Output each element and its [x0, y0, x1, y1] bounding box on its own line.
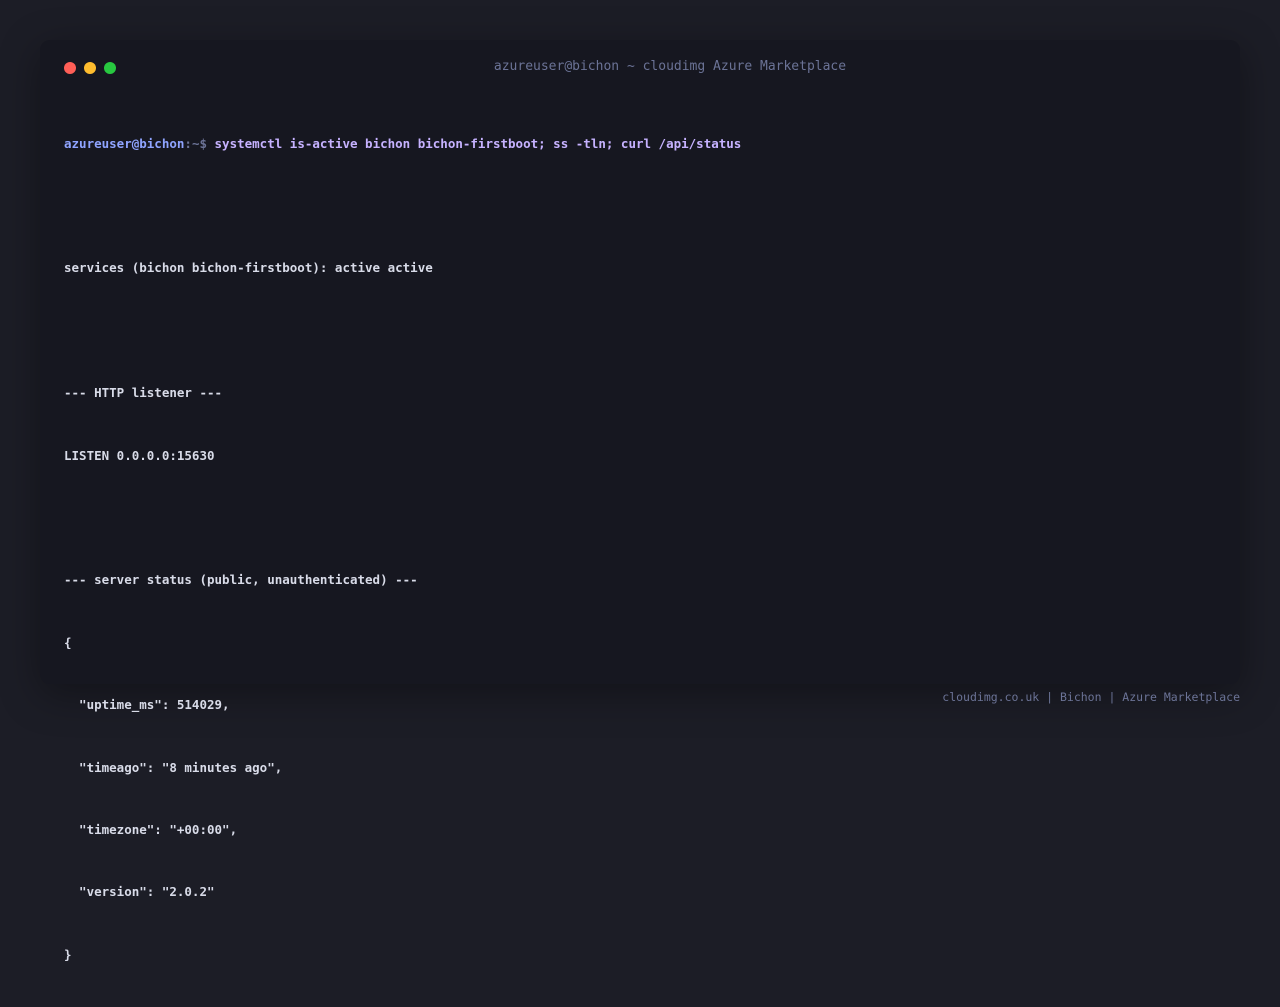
prompt-path: :~$: [184, 135, 215, 151]
http-listener-header: --- HTTP listener ---: [64, 385, 223, 401]
server-status-header: --- server status (public, unauthenticat…: [64, 572, 418, 588]
json-open-brace: {: [64, 634, 72, 650]
json-line: "timeago": "8 minutes ago",: [64, 759, 283, 775]
prompt-user-host: azureuser@bichon: [64, 135, 185, 151]
json-line: "timezone": "+00:00",: [64, 821, 238, 837]
listen-line: LISTEN 0.0.0.0:15630: [64, 447, 215, 463]
json-line: "uptime_ms": 514029,: [64, 697, 230, 713]
json-close-brace: }: [64, 946, 72, 962]
terminal-output[interactable]: azureuser@bichon:~$ systemctl is-active …: [64, 92, 741, 1007]
command-line: azureuser@bichon:~$ systemctl is-active …: [64, 134, 741, 155]
title-bar: azureuser@bichon ~ cloudimg Azure Market…: [40, 40, 1240, 96]
terminal-window: azureuser@bichon ~ cloudimg Azure Market…: [40, 40, 1240, 962]
window-title: azureuser@bichon ~ cloudimg Azure Market…: [493, 59, 847, 74]
services-status-line: services (bichon bichon-firstboot): acti…: [64, 260, 433, 276]
command-text: systemctl is-active bichon bichon-firstb…: [214, 135, 742, 151]
footer-caption: cloudimg.co.uk | Bichon | Azure Marketpl…: [942, 690, 1240, 704]
json-line: "version": "2.0.2": [64, 884, 215, 900]
